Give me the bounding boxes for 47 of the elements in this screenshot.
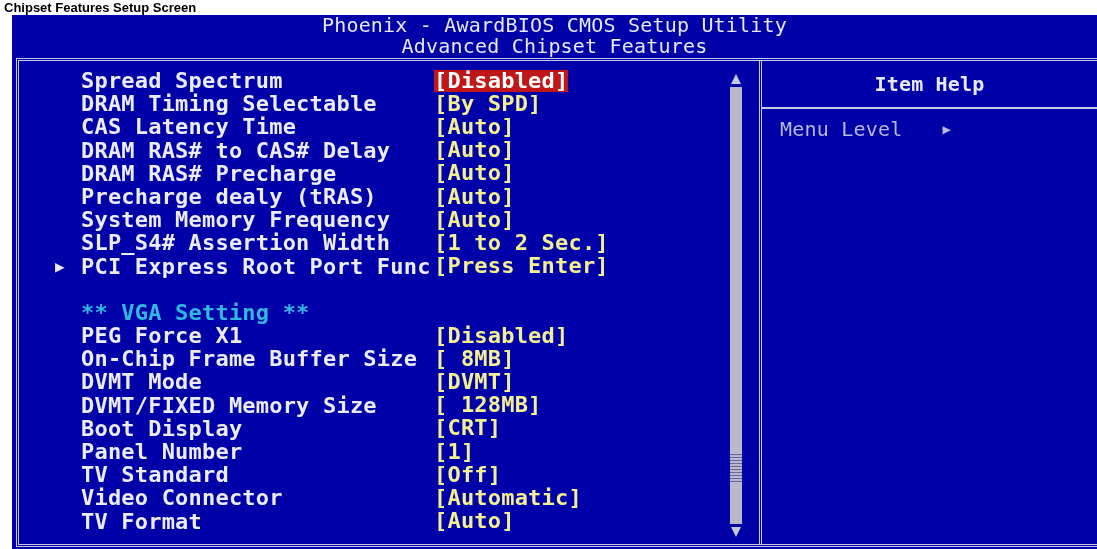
setting-value[interactable]: [Auto] [434,208,515,231]
setting-value[interactable]: [ 128MB] [434,394,542,417]
setting-label[interactable]: TV Format [81,509,434,533]
setting-label[interactable]: Spread Spectrum [81,69,434,93]
setting-label[interactable]: Panel Number [81,440,434,464]
page-heading: Chipset Features Setup Screen [4,0,198,15]
submenu-marker: ▶ [55,255,66,278]
setting-label[interactable]: Boot Display [81,416,434,440]
setting-label[interactable]: Video Connector [81,486,434,510]
setting-value[interactable]: [ 8MB] [434,347,515,370]
setting-label[interactable]: DRAM Timing Selectable [81,92,434,116]
setting-value[interactable]: [Automatic] [434,486,582,509]
utility-title: Phoenix - AwardBIOS CMOS Setup Utility [321,15,788,36]
setting-label[interactable]: On-Chip Frame Buffer Size [81,347,434,371]
scroll-down-icon[interactable] [730,526,742,538]
setting-label[interactable]: SLP_S4# Assertion Width [81,231,434,255]
setting-label[interactable]: DVMT/FIXED Memory Size [81,393,434,417]
setting-label[interactable]: TV Standard [81,463,434,487]
setting-value[interactable]: [Auto] [434,510,515,533]
setting-label[interactable]: System Memory Frequency [81,208,434,232]
setting-value[interactable]: [Auto] [434,185,515,208]
screen-title: Advanced Chipset Features [401,36,708,57]
setting-value[interactable]: [DVMT] [434,371,515,394]
setting-value[interactable]: [Off] [434,463,502,486]
setting-label[interactable]: DRAM RAS# to CAS# Delay [81,138,434,162]
setting-label[interactable]: Precharge dealy (tRAS) [81,184,434,209]
section-heading: ** VGA Setting ** [81,300,311,325]
setting-value[interactable]: [1 to 2 Sec.] [434,231,609,254]
setting-label[interactable]: PEG Force X1 [81,324,434,348]
setting-value[interactable]: [1] [434,440,475,463]
setting-value[interactable]: [Auto] [434,139,515,162]
setting-value[interactable]: [Auto] [434,115,515,138]
menu-level-label: Menu Level [780,117,903,141]
setting-value[interactable]: [Press Enter] [434,255,609,278]
help-title: Item Help [874,72,985,96]
setting-label[interactable]: CAS Latency Time [81,115,434,139]
setting-value[interactable]: [Disabled] [434,324,569,347]
setting-label[interactable]: DRAM RAS# Precharge [81,161,434,185]
setting-label[interactable]: DVMT Mode [81,370,434,394]
setting-value[interactable]: [CRT] [434,417,502,440]
scroll-up-icon[interactable] [730,73,742,85]
setting-value[interactable]: [By SPD] [434,92,542,115]
setting-value[interactable]: [Auto] [434,162,515,185]
menu-level-marker: ▶ [942,121,952,137]
scrollbar[interactable] [730,87,742,524]
setting-value[interactable]: [Disabled] [434,69,569,92]
setting-label[interactable]: PCI Express Root Port Func [81,254,434,278]
